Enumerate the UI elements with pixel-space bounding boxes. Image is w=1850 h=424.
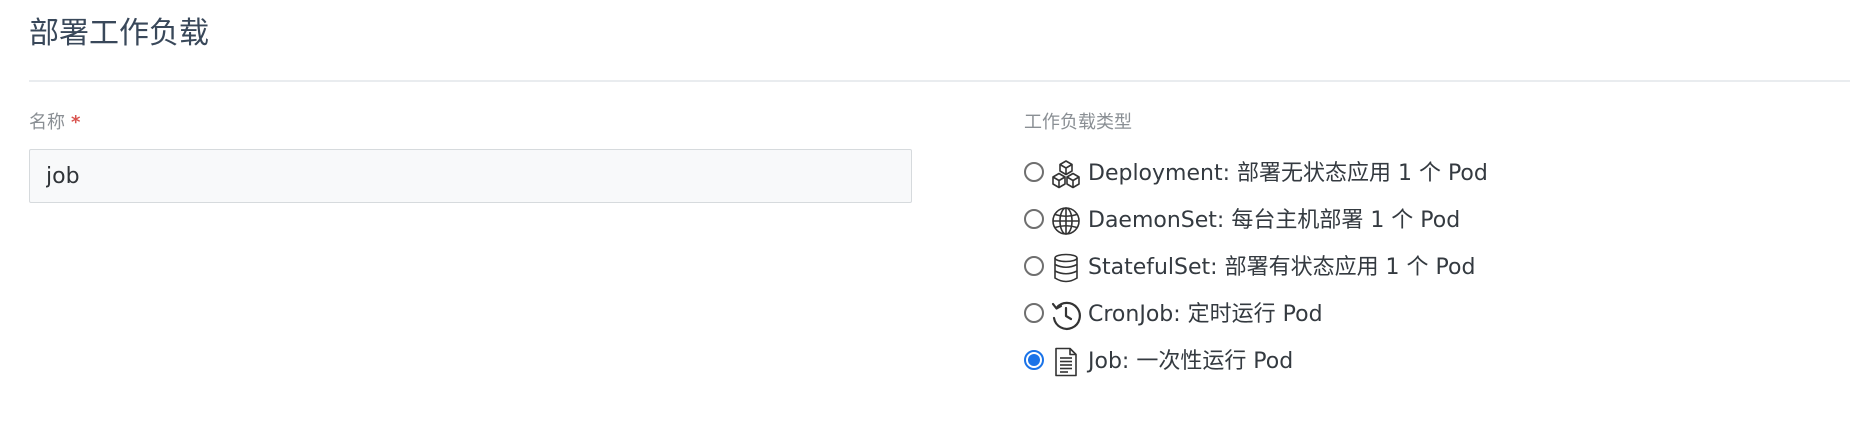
- radio-cronjob[interactable]: [1024, 303, 1044, 323]
- radio-option-cronjob[interactable]: CronJob: 定时运行 Pod: [1024, 291, 1488, 338]
- radio-job[interactable]: [1024, 350, 1044, 370]
- required-mark: *: [71, 112, 81, 133]
- option-label: StatefulSet: 部署有状态应用 1 个 Pod: [1088, 254, 1476, 280]
- database-icon: [1050, 252, 1082, 284]
- radio-daemonset[interactable]: [1024, 209, 1044, 229]
- option-label: Deployment: 部署无状态应用 1 个 Pod: [1088, 160, 1488, 186]
- page-title: 部署工作负载: [29, 16, 209, 51]
- document-icon: [1050, 346, 1082, 378]
- divider: [29, 80, 1850, 82]
- option-label: Job: 一次性运行 Pod: [1088, 348, 1294, 374]
- name-label-text: 名称: [29, 112, 65, 133]
- option-label: CronJob: 定时运行 Pod: [1088, 301, 1323, 327]
- radio-option-statefulset[interactable]: StatefulSet: 部署有状态应用 1 个 Pod: [1024, 244, 1488, 291]
- radio-deployment[interactable]: [1024, 162, 1044, 182]
- workload-type-label: 工作负载类型: [1024, 112, 1132, 133]
- globe-icon: [1050, 205, 1082, 237]
- radio-statefulset[interactable]: [1024, 256, 1044, 276]
- history-clock-icon: [1050, 299, 1082, 331]
- deploy-workload-page: 部署工作负载 名称 * 工作负载类型 Deployment: 部署无状态应用 1 …: [0, 0, 1850, 424]
- name-input[interactable]: [29, 149, 912, 203]
- radio-option-job[interactable]: Job: 一次性运行 Pod: [1024, 338, 1488, 385]
- name-field-label: 名称 *: [29, 110, 80, 136]
- cubes-icon: [1050, 158, 1082, 190]
- workload-type-radio-group: Deployment: 部署无状态应用 1 个 Pod DaemonSet: 每…: [1024, 150, 1488, 385]
- radio-option-daemonset[interactable]: DaemonSet: 每台主机部署 1 个 Pod: [1024, 197, 1488, 244]
- option-label: DaemonSet: 每台主机部署 1 个 Pod: [1088, 207, 1461, 233]
- radio-option-deployment[interactable]: Deployment: 部署无状态应用 1 个 Pod: [1024, 150, 1488, 197]
